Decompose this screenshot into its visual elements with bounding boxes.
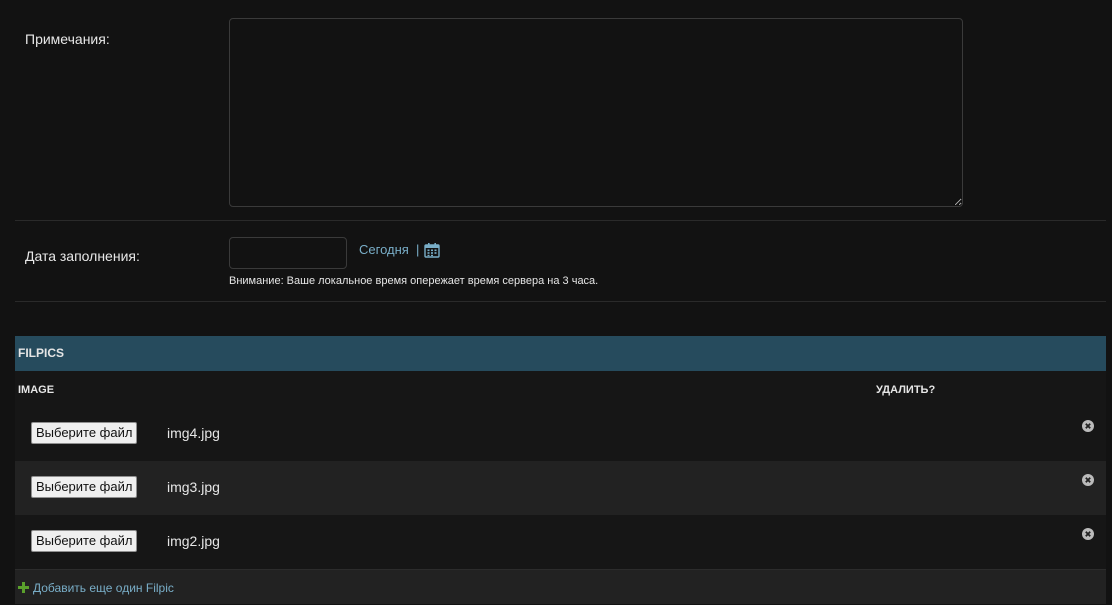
timezone-warning: Внимание: Ваше локальное время опережает… <box>229 275 599 287</box>
fill-date-input[interactable] <box>229 237 347 269</box>
column-header-image: IMAGE <box>18 384 55 396</box>
notes-label: Примечания: <box>25 31 110 47</box>
delete-icon[interactable] <box>1082 528 1094 540</box>
shortcut-separator: | <box>416 242 420 257</box>
file-name: img3.jpg <box>167 479 220 495</box>
filpics-inline-group: FILPICS IMAGE УДАЛИТЬ? Выберите файл img… <box>15 336 1106 604</box>
inline-row: Выберите файл img2.jpg <box>15 515 1106 569</box>
notes-textarea[interactable] <box>229 18 963 207</box>
add-another-label: Добавить еще один Filpic <box>33 581 174 595</box>
choose-file-button[interactable]: Выберите файл <box>31 530 138 552</box>
inline-group-title: FILPICS <box>15 336 1106 371</box>
inline-row: Выберите файл img3.jpg <box>15 461 1106 515</box>
plus-icon <box>18 582 29 593</box>
add-another-link[interactable]: Добавить еще один Filpic <box>18 581 174 595</box>
today-link[interactable]: Сегодня <box>359 242 409 257</box>
file-name: img2.jpg <box>167 533 220 549</box>
add-row: Добавить еще один Filpic <box>15 569 1106 604</box>
notes-row: Примечания: <box>15 0 1106 221</box>
file-name: img4.jpg <box>167 425 220 441</box>
choose-file-button[interactable]: Выберите файл <box>31 476 138 498</box>
choose-file-button[interactable]: Выберите файл <box>31 422 138 444</box>
inline-row: Выберите файл img4.jpg <box>15 407 1106 461</box>
delete-icon[interactable] <box>1082 474 1094 486</box>
inline-column-headers: IMAGE УДАЛИТЬ? <box>15 371 1106 407</box>
calendar-icon[interactable] <box>424 242 440 258</box>
column-header-delete: УДАЛИТЬ? <box>876 384 936 396</box>
fill-date-row: Дата заполнения: Сегодня | Внимание: Ваш… <box>15 221 1106 302</box>
delete-icon[interactable] <box>1082 420 1094 432</box>
fill-date-label: Дата заполнения: <box>25 248 140 264</box>
